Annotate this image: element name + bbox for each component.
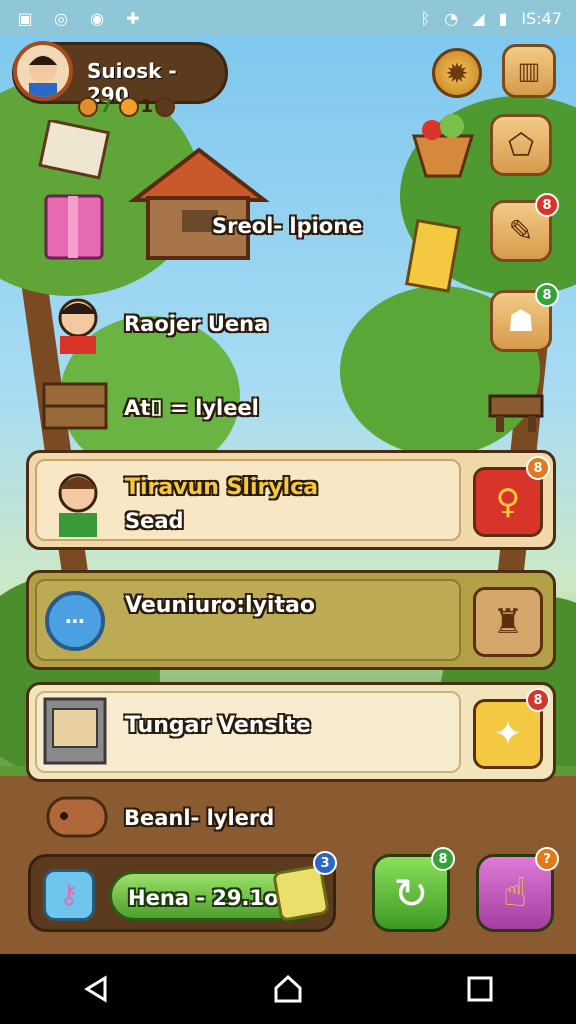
home-icon: [274, 974, 302, 1003]
notification-badge: 8: [526, 688, 550, 712]
thumbs-up-button[interactable]: ☝ ?: [476, 847, 559, 932]
stamp-icon: ♜: [492, 602, 524, 642]
thumbs-up-icon: ☝: [502, 870, 528, 916]
wifi-icon: ◔: [444, 8, 459, 28]
hammer-icon[interactable]: [155, 96, 176, 117]
map-button[interactable]: ⬠: [490, 114, 552, 176]
notification-badge: ?: [535, 847, 559, 871]
refresh-icon: ↻: [393, 868, 429, 918]
quest-avatar: [58, 473, 98, 537]
currency-coin-value: 1: [140, 96, 154, 117]
resource-value: Hena - 29.1o: [128, 886, 279, 910]
avatar[interactable]: [13, 41, 73, 101]
profile-panel[interactable]: Suiosk - 290: [12, 41, 228, 107]
app-icon: ▣: [17, 8, 33, 28]
house-icon[interactable]: [124, 140, 274, 270]
gear-icon: ✹: [445, 56, 469, 90]
status-bar: ▣ ◎ ◉ ✚ ᛒ ◔ ◢ ▮ IS:47: [0, 0, 576, 36]
box-icon: ▥: [517, 57, 541, 85]
crate-icon[interactable]: [40, 372, 110, 432]
back-icon: [84, 975, 107, 1003]
notification-badge: 8: [431, 847, 455, 871]
gift-box-icon[interactable]: [40, 186, 110, 266]
recents-button[interactable]: [460, 969, 500, 1009]
house-label: Sreol- lpione: [212, 214, 363, 238]
tool-icon: ✎: [508, 213, 534, 249]
cheese-icon[interactable]: [404, 216, 464, 296]
card-action-button[interactable]: ✦ 8: [473, 688, 550, 769]
inventory-button[interactable]: ▥: [502, 44, 556, 98]
tool-shortcut-button[interactable]: ⚷: [43, 869, 95, 921]
currency-bar: 7 1: [78, 96, 176, 117]
circle-icon: ◎: [54, 8, 68, 28]
signal-icon: ◢: [472, 8, 485, 28]
villager-avatar[interactable]: [46, 292, 110, 356]
card-action-button[interactable]: ♜: [473, 587, 543, 657]
card-subtitle: Sead: [125, 509, 184, 533]
resource-meter[interactable]: Hena - 29.1o: [109, 864, 330, 922]
dots-icon: ⋯: [45, 591, 105, 651]
card-title: Tungar Venslte: [125, 713, 311, 738]
notification-badge: 8: [535, 283, 559, 307]
log-creature-icon[interactable]: [42, 788, 110, 844]
puzzle-icon: ✚: [126, 8, 140, 28]
crate-label: At⌷ = lyleel: [124, 396, 259, 420]
ghost-button[interactable]: ☗ 8: [490, 283, 559, 352]
ground-label: Beanl- lylerd: [124, 806, 275, 830]
wrench-icon: ⚷: [59, 880, 79, 910]
bottom-bar: ⚷ Hena - 29.1o 3: [28, 851, 337, 932]
currency-coin: 1: [118, 96, 176, 117]
refresh-button[interactable]: ↻ 8: [372, 847, 455, 932]
status-time: IS:47: [521, 8, 562, 28]
tool-button[interactable]: ✎ 8: [490, 193, 559, 262]
person-label: Raojer Uena: [124, 312, 269, 336]
currency-leaf-value: 7: [100, 96, 113, 117]
currency-leaf: 7: [78, 96, 113, 117]
quest-card[interactable]: ⋯ Veuniuro:lyitao ♜: [26, 570, 556, 670]
notification-badge: 8: [526, 456, 550, 480]
oven-icon: [43, 697, 107, 765]
bluetooth-icon: ᛒ: [420, 8, 431, 28]
player-avatar-icon: [29, 55, 57, 97]
card-action-button[interactable]: ♀ 8: [473, 456, 550, 537]
quest-card[interactable]: Tungar Venslte ✦ 8: [26, 682, 556, 782]
recents-icon: [467, 976, 493, 1002]
card-title: Veuniuro:lyitao: [125, 593, 315, 618]
back-button[interactable]: [76, 969, 116, 1009]
quest-card[interactable]: Tiravun Slirylca Sead ♀ 8: [26, 450, 556, 550]
android-nav-bar: [0, 954, 576, 1024]
leaf-icon: [78, 96, 98, 117]
map-icon: ⬠: [507, 127, 535, 163]
star-icon: ✦: [493, 714, 523, 754]
wood-bench-icon[interactable]: [486, 388, 546, 438]
notification-badge: 8: [535, 193, 559, 217]
card-title: Tiravun Slirylca: [125, 475, 319, 500]
key-icon: ♀: [495, 482, 521, 522]
scroll-sign-icon[interactable]: [34, 120, 114, 190]
settings-button[interactable]: ✹: [432, 48, 482, 98]
ghost-icon: ☗: [507, 303, 535, 339]
home-button[interactable]: [268, 969, 308, 1009]
notification-badge: 3: [313, 851, 337, 875]
coin-icon: [118, 96, 139, 117]
fruit-basket-icon[interactable]: [408, 106, 478, 186]
battery-icon: ▮: [498, 8, 508, 28]
globe-icon: ◉: [90, 8, 104, 28]
